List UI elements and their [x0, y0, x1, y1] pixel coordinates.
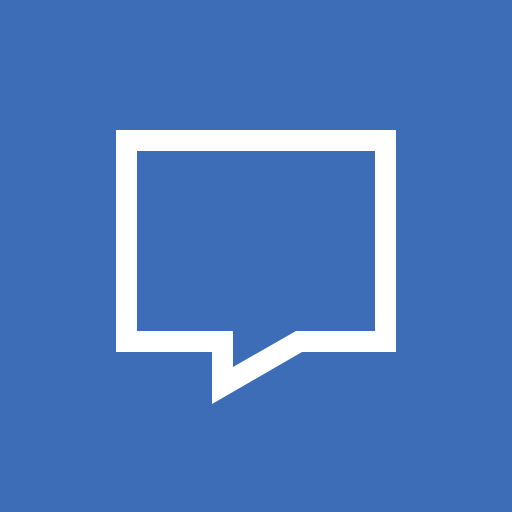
app-icon-tile[interactable] [0, 0, 512, 512]
chat-bubble-icon [0, 0, 512, 512]
